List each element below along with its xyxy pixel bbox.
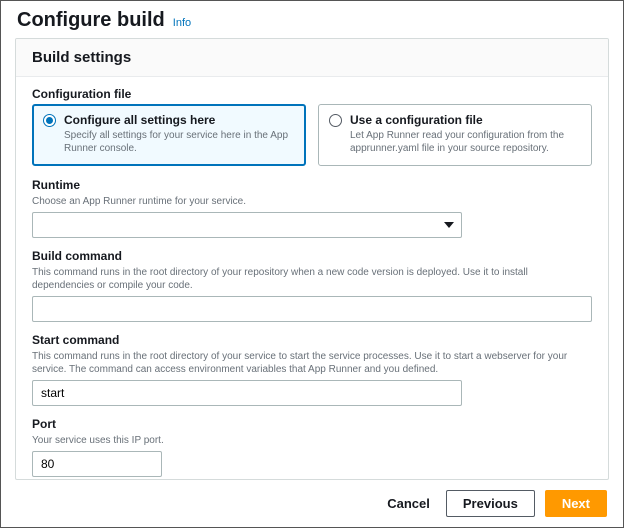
start-command-input[interactable] — [32, 380, 462, 406]
page-title: Configure build — [17, 9, 165, 32]
runtime-select[interactable] — [32, 212, 462, 238]
configuration-file-label: Configuration file — [32, 87, 592, 101]
page-container: Configure build Info Build settings Conf… — [0, 0, 624, 528]
build-settings-panel: Build settings Configuration file Config… — [15, 38, 609, 480]
radio-icon — [43, 114, 56, 127]
runtime-desc: Choose an App Runner runtime for your se… — [32, 195, 592, 208]
previous-button[interactable]: Previous — [446, 490, 535, 517]
info-link[interactable]: Info — [173, 17, 191, 29]
build-command-section: Build command This command runs in the r… — [32, 249, 592, 322]
next-button[interactable]: Next — [545, 490, 607, 517]
port-input[interactable] — [32, 451, 162, 477]
panel-title: Build settings — [32, 49, 592, 66]
option-title: Use a configuration file — [350, 113, 581, 127]
option-text: Configure all settings here Specify all … — [64, 113, 295, 155]
build-command-label: Build command — [32, 249, 592, 263]
port-label: Port — [32, 417, 592, 431]
option-configure-here[interactable]: Configure all settings here Specify all … — [32, 104, 306, 166]
runtime-label: Runtime — [32, 178, 592, 192]
radio-icon — [329, 114, 342, 127]
page-header: Configure build Info — [15, 9, 609, 38]
option-desc: Specify all settings for your service he… — [64, 129, 295, 155]
start-command-desc: This command runs in the root directory … — [32, 350, 592, 376]
wizard-footer: Cancel Previous Next — [15, 480, 609, 517]
option-title: Configure all settings here — [64, 113, 295, 127]
port-section: Port Your service uses this IP port. — [32, 417, 592, 477]
port-desc: Your service uses this IP port. — [32, 434, 592, 447]
start-command-label: Start command — [32, 333, 592, 347]
option-text: Use a configuration file Let App Runner … — [350, 113, 581, 155]
build-command-desc: This command runs in the root directory … — [32, 266, 592, 292]
cancel-button[interactable]: Cancel — [381, 490, 436, 517]
option-use-config-file[interactable]: Use a configuration file Let App Runner … — [318, 104, 592, 166]
runtime-select-wrap — [32, 212, 462, 238]
configuration-file-options: Configure all settings here Specify all … — [32, 104, 592, 166]
panel-body: Configuration file Configure all setting… — [16, 77, 608, 479]
runtime-section: Runtime Choose an App Runner runtime for… — [32, 178, 592, 238]
option-desc: Let App Runner read your configuration f… — [350, 129, 581, 155]
configuration-file-section: Configuration file Configure all setting… — [32, 87, 592, 166]
build-command-input[interactable] — [32, 296, 592, 322]
start-command-section: Start command This command runs in the r… — [32, 333, 592, 406]
panel-header: Build settings — [16, 39, 608, 77]
